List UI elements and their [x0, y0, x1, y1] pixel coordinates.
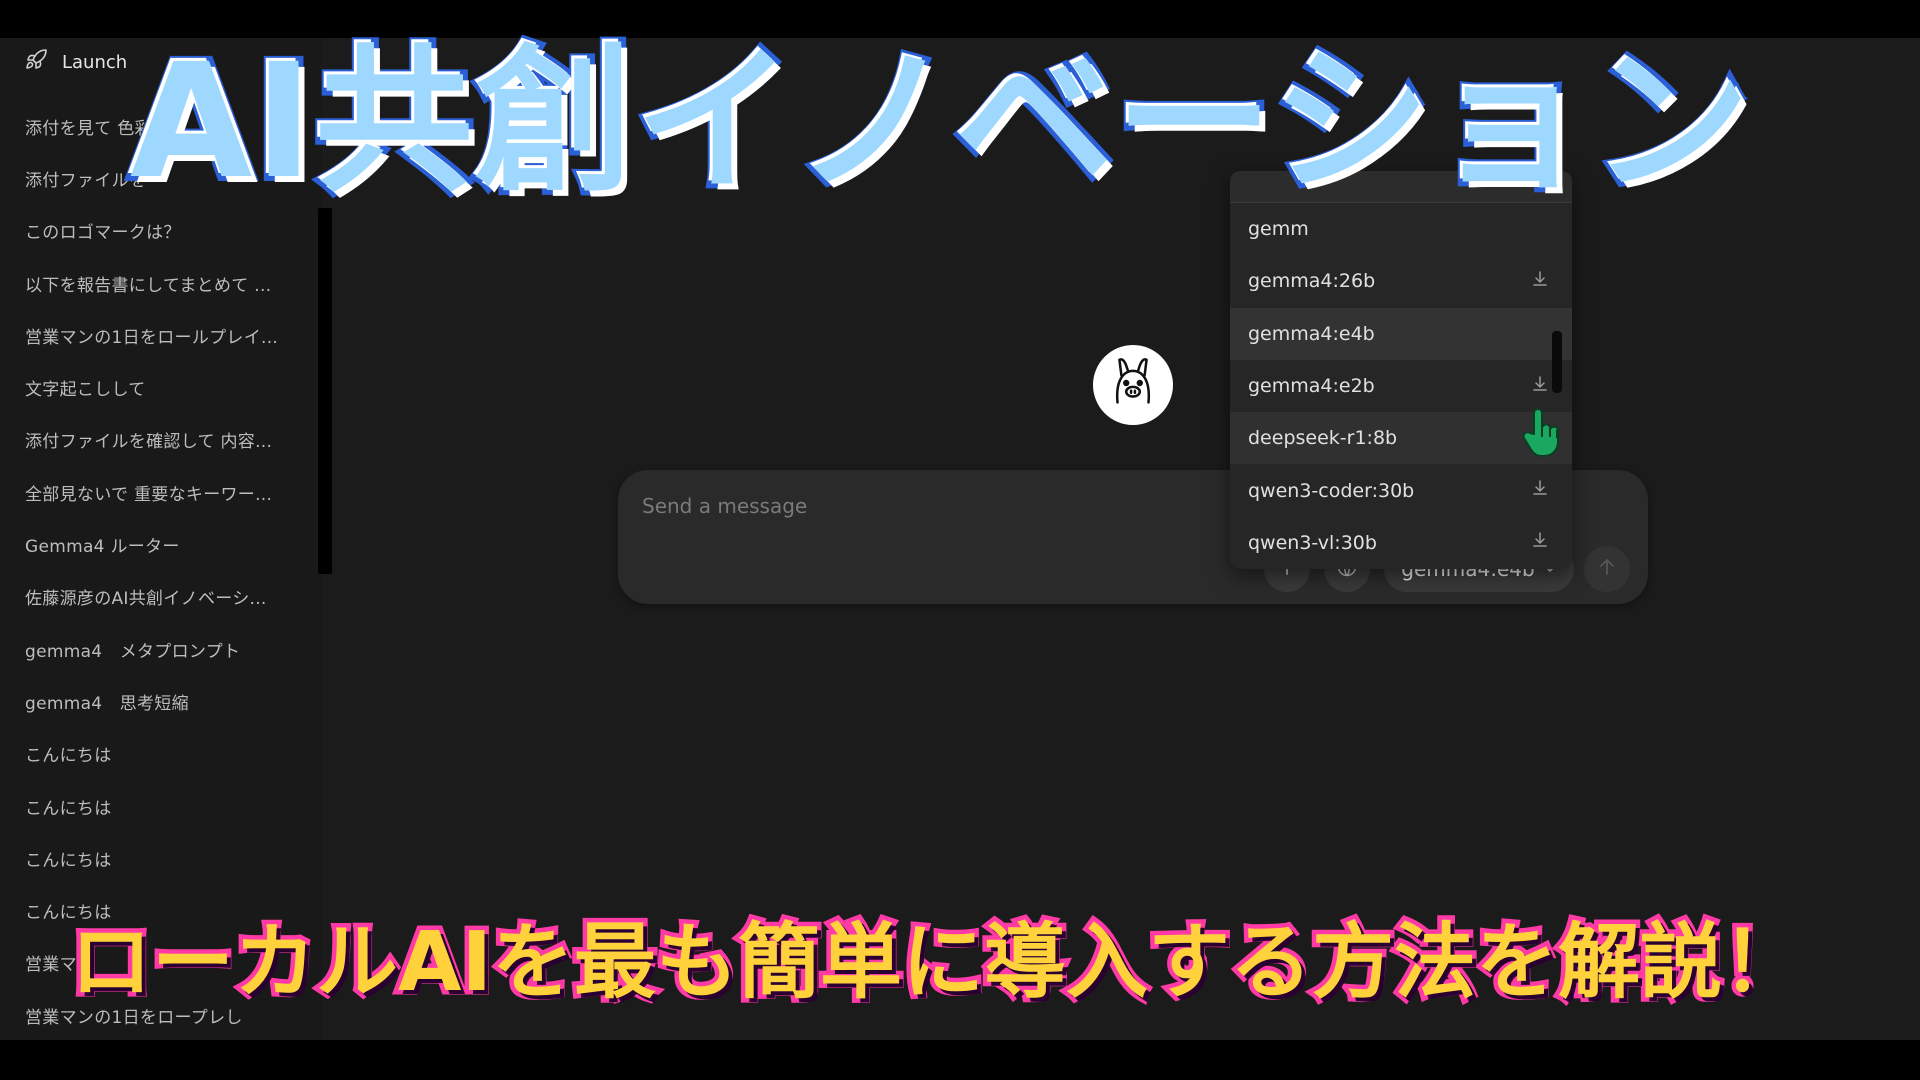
ollama-avatar	[1093, 345, 1173, 425]
chat-history-item[interactable]: 営業マンの1日をロールプレイ...	[25, 309, 315, 361]
chat-history-list: 添付を見て 色彩 添付ファイルを このロゴマークは？ 以下を報告書にしてまとめて ..…	[25, 100, 315, 1041]
launch-button[interactable]: Launch	[24, 44, 127, 80]
download-icon[interactable]	[1530, 374, 1550, 399]
chat-history-item[interactable]: gemma4 メタプロンプト	[25, 623, 315, 675]
chat-history-item[interactable]: 以下を報告書にしてまとめて ...	[25, 257, 315, 309]
dropdown-scrollbar[interactable]	[1552, 331, 1562, 393]
letterbox-bottom	[0, 1040, 1920, 1080]
model-option-label: qwen3-vl:30b	[1248, 531, 1377, 554]
chat-history-item[interactable]: 全部見ないで 重要なキーワー...	[25, 466, 315, 518]
sidebar-scrollbar[interactable]	[318, 208, 332, 574]
message-input[interactable]	[642, 488, 1202, 524]
model-option[interactable]: qwen3-coder:30b	[1230, 464, 1572, 516]
model-option[interactable]: gemma4:e4b	[1230, 307, 1572, 360]
chat-history-item[interactable]: 添付ファイルを確認して 内容...	[25, 414, 315, 466]
chat-history-item[interactable]: Gemma4 ルーター	[25, 518, 315, 570]
llama-icon	[1102, 352, 1164, 418]
model-list: gemm gemma4:26b gemma4:e4b gemma4:e2b deepse…	[1230, 203, 1572, 569]
download-icon[interactable]	[1530, 269, 1550, 294]
chat-history-item[interactable]: こんにちは	[25, 780, 315, 832]
hand-pointer-icon	[1520, 406, 1564, 458]
model-option[interactable]: qwen3-vl:30b	[1230, 517, 1572, 569]
model-option[interactable]: gemma4:e2b	[1230, 360, 1572, 412]
rocket-icon	[24, 48, 48, 76]
download-icon[interactable]	[1530, 478, 1550, 503]
arrow-up-icon	[1596, 556, 1618, 582]
chat-history-item[interactable]: gemma4 思考短縮	[25, 675, 315, 727]
video-subtitle-overlay: ローカルAIを最も簡単に導入する方法を解説！	[66, 911, 1809, 1015]
model-option-label: gemma4:e2b	[1248, 375, 1375, 398]
model-option[interactable]: gemma4:26b	[1230, 255, 1572, 307]
model-option-label: gemma4:26b	[1248, 270, 1376, 293]
send-button[interactable]	[1584, 546, 1630, 592]
download-icon[interactable]	[1530, 530, 1550, 555]
model-option-label: qwen3-coder:30b	[1248, 479, 1415, 502]
model-option-label: gemma4:e4b	[1248, 322, 1375, 345]
chat-history-item[interactable]: 佐藤源彦のAI共創イノベーシ...	[25, 571, 315, 623]
model-dropdown: gemm gemma4:26b gemma4:e4b gemma4:e2b deepse…	[1230, 171, 1572, 569]
video-title-overlay: AI共創イノベーション	[125, 25, 1755, 219]
chat-history-item[interactable]: こんにちは	[25, 728, 315, 780]
chat-history-item[interactable]: こんにちは	[25, 832, 315, 884]
launch-label: Launch	[62, 51, 128, 73]
chat-history-item[interactable]: 文字起こしして	[25, 361, 315, 413]
model-option-label: deepseek-r1:8b	[1248, 427, 1398, 450]
